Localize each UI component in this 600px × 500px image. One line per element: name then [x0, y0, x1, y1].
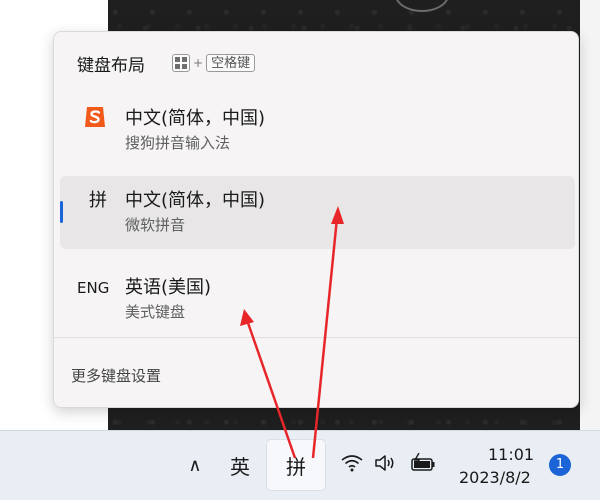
more-keyboard-settings-link[interactable]: 更多键盘设置 [71, 365, 161, 386]
clock-time[interactable]: 11:01 [488, 445, 534, 464]
sogou-icon [85, 107, 105, 127]
shortcut-plus: + [193, 56, 204, 70]
divider [54, 337, 578, 338]
background-edge [580, 0, 600, 430]
switch-shortcut-hint: + 空格键 [172, 53, 256, 73]
layout-ime-name: 微软拼音 [125, 216, 186, 234]
layout-name: 中文(简体，中国) [125, 108, 266, 129]
layout-item-sogou[interactable]: 中文(简体，中国) 搜狗拼音输入法 [60, 94, 575, 167]
screen: 键盘布局 + 空格键 中文(简体，中国) 搜狗拼音输入法 拼 中文(简体，中国)… [0, 0, 600, 500]
layout-name: 中文(简体，中国) [125, 190, 266, 211]
selected-indicator [60, 201, 63, 223]
keyboard-layout-flyout: 键盘布局 + 空格键 中文(简体，中国) 搜狗拼音输入法 拼 中文(简体，中国)… [53, 31, 579, 408]
layout-item-english-us[interactable]: ENG 英语(美国) 美式键盘 [60, 263, 575, 336]
clock-date[interactable]: 2023/8/2 [459, 468, 531, 487]
windows-key-icon [172, 54, 190, 72]
layout-item-microsoft-pinyin[interactable]: 拼 中文(简体，中国) 微软拼音 [60, 176, 575, 249]
layout-ime-name: 美式键盘 [125, 303, 186, 321]
pinyin-icon: 拼 [89, 190, 107, 211]
eng-icon: ENG [77, 279, 110, 297]
flyout-title: 键盘布局 [77, 56, 145, 76]
input-method-button[interactable]: 拼 [266, 439, 326, 491]
volume-icon[interactable] [374, 453, 400, 473]
layout-name: 英语(美国) [125, 277, 212, 298]
taskbar: ∧ 英 拼 11:01 2023/8/2 1 [0, 430, 600, 500]
show-hidden-icons-button[interactable]: ∧ [181, 439, 209, 491]
layout-ime-name: 搜狗拼音输入法 [125, 134, 231, 152]
battery-charging-icon[interactable] [409, 453, 437, 473]
notification-badge[interactable]: 1 [549, 454, 571, 476]
input-mode-button[interactable]: 英 [222, 439, 258, 491]
wifi-icon[interactable] [340, 453, 364, 473]
space-key-label: 空格键 [206, 54, 256, 72]
